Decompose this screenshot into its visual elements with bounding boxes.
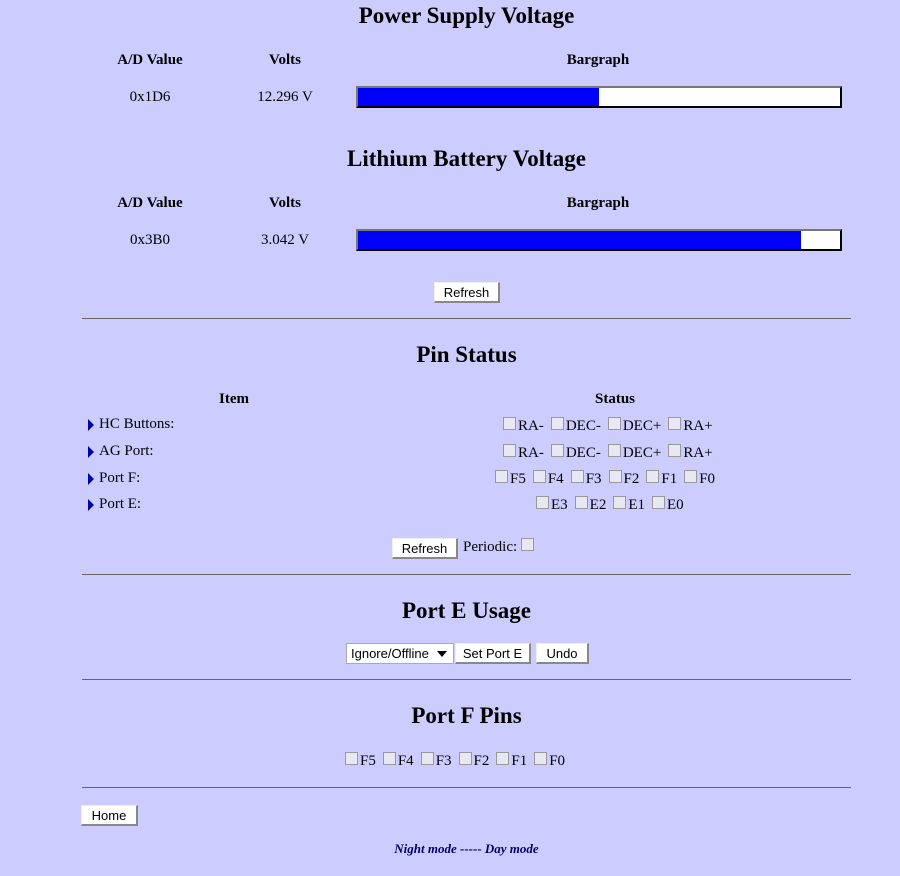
checkbox[interactable] bbox=[532, 470, 546, 483]
set-port-e-button[interactable]: Set Port E bbox=[455, 643, 531, 664]
home-button[interactable]: Home bbox=[81, 805, 138, 826]
battery-ad-value: 0x3B0 bbox=[129, 232, 170, 248]
checkbox[interactable] bbox=[503, 417, 516, 430]
power-volts-header: Volts bbox=[269, 52, 301, 68]
pin-row-label-3: Port E: bbox=[88, 496, 141, 513]
battery-volts-value: 3.042 V bbox=[260, 232, 310, 248]
checkbox[interactable] bbox=[496, 752, 510, 765]
checkbox[interactable] bbox=[613, 496, 627, 509]
power-volts-value: 12.296 V bbox=[257, 89, 313, 105]
port-f-title: Port F Pins bbox=[411, 703, 522, 728]
pin-status-title: Pin Status bbox=[416, 342, 517, 367]
port-e-title: Port E Usage bbox=[401, 598, 532, 623]
checkbox[interactable] bbox=[684, 470, 698, 483]
power-ad-value: 0x1D6 bbox=[129, 89, 171, 105]
night-day-mode-links[interactable]: Night mode ----- Day mode bbox=[0, 841, 900, 857]
battery-bargraph-fill bbox=[358, 231, 802, 249]
checkbox[interactable] bbox=[382, 752, 396, 765]
checkbox[interactable] bbox=[495, 470, 508, 483]
periodic-checkbox[interactable] bbox=[521, 538, 535, 551]
checkbox[interactable] bbox=[574, 496, 588, 509]
checkbox[interactable] bbox=[420, 752, 434, 765]
pin-refresh-button[interactable]: Refresh bbox=[392, 538, 458, 559]
ag-port-status: RA- DEC- DEC+ RA+ bbox=[503, 444, 720, 462]
undo-button[interactable]: Undo bbox=[536, 643, 589, 664]
checkbox[interactable] bbox=[458, 752, 472, 765]
port-e-status: E3 E2 E1 E0 bbox=[536, 496, 691, 514]
expand-arrow-icon bbox=[88, 472, 94, 485]
checkbox[interactable] bbox=[668, 444, 682, 457]
checkbox[interactable] bbox=[534, 752, 548, 765]
pin-row-label-2: Port F: bbox=[88, 470, 140, 487]
power-bargraph bbox=[356, 86, 842, 108]
checkbox[interactable] bbox=[550, 444, 564, 457]
checkbox[interactable] bbox=[607, 417, 621, 430]
power-bargraph-fill bbox=[358, 88, 599, 106]
checkbox[interactable] bbox=[536, 496, 549, 509]
battery-title: Lithium Battery Voltage bbox=[347, 146, 586, 171]
battery-bargraph bbox=[356, 229, 842, 251]
pin-status-header: Status bbox=[594, 391, 635, 407]
power-title: Power Supply Voltage bbox=[358, 3, 575, 28]
checkbox[interactable] bbox=[652, 496, 666, 509]
power-bar-header: Bargraph bbox=[566, 52, 630, 68]
divider bbox=[82, 318, 851, 319]
checkbox[interactable] bbox=[570, 470, 584, 483]
expand-arrow-icon bbox=[88, 498, 94, 511]
checkbox[interactable] bbox=[608, 470, 622, 483]
checkbox[interactable] bbox=[345, 752, 358, 765]
pin-item-header: Item bbox=[219, 391, 249, 407]
battery-bar-header: Bargraph bbox=[566, 195, 630, 211]
checkbox[interactable] bbox=[607, 444, 621, 457]
pin-row-label-0: HC Buttons: bbox=[88, 416, 174, 433]
battery-ad-header: A/D Value bbox=[117, 195, 183, 211]
pin-row-label-1: AG Port: bbox=[88, 443, 154, 460]
port-e-usage-select[interactable]: Ignore/Offline bbox=[346, 643, 454, 664]
hc-buttons-status: RA- DEC- DEC+ RA+ bbox=[503, 417, 720, 435]
port-f-status: F5 F4 F3 F2 F1 F0 bbox=[495, 470, 722, 488]
divider bbox=[82, 574, 851, 575]
port-f-pins: F5 F4 F3 F2 F1 F0 bbox=[345, 752, 572, 770]
battery-volts-header: Volts bbox=[269, 195, 301, 211]
checkbox[interactable] bbox=[503, 444, 516, 457]
voltage-refresh-button[interactable]: Refresh bbox=[434, 282, 500, 303]
power-ad-header: A/D Value bbox=[117, 52, 183, 68]
dropdown-arrow-icon bbox=[437, 651, 447, 657]
checkbox[interactable] bbox=[668, 417, 682, 430]
checkbox[interactable] bbox=[646, 470, 660, 483]
divider bbox=[82, 679, 851, 680]
expand-arrow-icon bbox=[88, 445, 94, 458]
periodic-control: Periodic: bbox=[463, 538, 536, 556]
expand-arrow-icon bbox=[88, 418, 94, 431]
divider bbox=[82, 787, 851, 788]
checkbox[interactable] bbox=[550, 417, 564, 430]
